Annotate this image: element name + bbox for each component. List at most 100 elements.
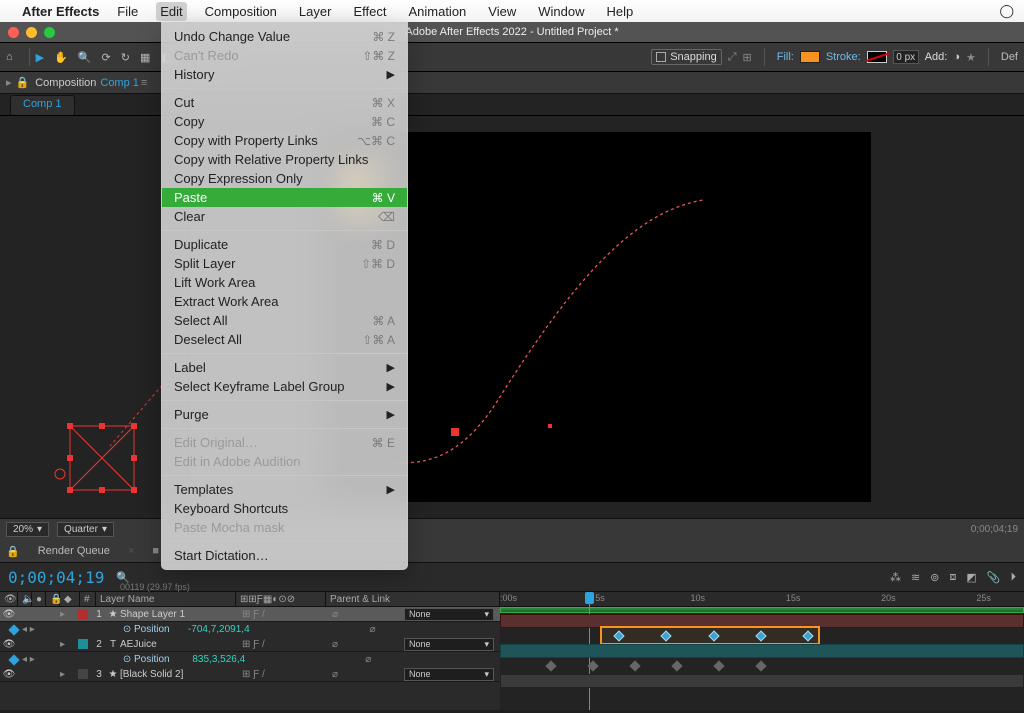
snap-aux-2-icon[interactable]: ⊞ (743, 51, 752, 64)
menu-animation[interactable]: Animation (404, 2, 470, 21)
render-icon[interactable]: ⏵ (1011, 571, 1017, 584)
composition-history-icon[interactable]: ≡ (141, 77, 147, 89)
parent-dropdown[interactable]: None▾ (404, 668, 494, 681)
zoom-window-button[interactable] (44, 27, 55, 38)
col-visibility-icon[interactable]: 👁 (0, 592, 18, 606)
app-name[interactable]: After Effects (22, 4, 99, 19)
menu-item-label[interactable]: Label▶ (162, 358, 407, 377)
snapping-toggle[interactable]: Snapping (651, 49, 722, 65)
edit-menu-dropdown[interactable]: Undo Change Value⌘ ZCan't Redo⇧⌘ ZHistor… (161, 22, 408, 570)
menu-item-templates[interactable]: Templates▶ (162, 480, 407, 499)
menu-item-copy[interactable]: Copy⌘ C (162, 112, 407, 131)
menu-item-deselect-all[interactable]: Deselect All⇧⌘ A (162, 330, 407, 349)
work-area-bar[interactable] (500, 607, 1024, 613)
menu-item-split-layer[interactable]: Split Layer⇧⌘ D (162, 254, 407, 273)
keyframe-icon[interactable] (545, 660, 556, 671)
keyframe-icon[interactable] (629, 660, 640, 671)
panel-menu-icon[interactable]: ▸ (6, 76, 12, 89)
quality-dropdown[interactable]: Quarter▾ (57, 522, 114, 537)
draft3d-icon[interactable]: ◩ (966, 571, 976, 584)
time-ruler[interactable]: :00s5s10s15s20s25s (500, 592, 1024, 607)
zoom-dropdown[interactable]: 20%▾ (6, 522, 49, 537)
zoom-tool-icon[interactable]: 🔍 (78, 51, 92, 64)
col-layer-name[interactable]: Layer Name (96, 592, 236, 606)
frame-blend-icon[interactable]: ≋ (911, 571, 920, 584)
menu-item-undo-change-value[interactable]: Undo Change Value⌘ Z (162, 27, 407, 46)
keyframe-icon[interactable] (713, 660, 724, 671)
menu-item-keyboard-shortcuts[interactable]: Keyboard Shortcuts (162, 499, 407, 518)
timeline-tracks[interactable]: :00s5s10s15s20s25s (500, 592, 1024, 710)
col-label-icon[interactable]: ◆ (60, 592, 80, 606)
col-lock-icon[interactable]: 🔒 (46, 592, 60, 606)
layer-row[interactable]: 👁▸3★[Black Solid 2]⊞ Ƒ /⌀None▾ (0, 667, 500, 682)
menu-edit[interactable]: Edit (156, 2, 186, 21)
orbit-tool-icon[interactable]: ⟳ (102, 51, 111, 64)
bezier-star-icon[interactable]: ★ (966, 51, 976, 64)
menu-item-history[interactable]: History▶ (162, 65, 407, 84)
keyframe-icon[interactable] (671, 660, 682, 671)
selection-tool-icon[interactable]: ▶ (36, 51, 44, 64)
stroke-width-field[interactable]: 0 px (893, 50, 919, 64)
timeline-lock-icon[interactable]: 🔒 (6, 545, 20, 558)
rotate-tool-icon[interactable]: ↻ (121, 51, 130, 64)
col-parent[interactable]: Parent & Link (326, 592, 500, 606)
shy-icon[interactable]: ⁂ (890, 571, 901, 584)
menu-item-copy-expression-only[interactable]: Copy Expression Only (162, 169, 407, 188)
close-window-button[interactable] (8, 27, 19, 38)
hand-tool-icon[interactable]: ✋ (54, 51, 68, 64)
graph-editor-icon[interactable]: ⧈ (949, 571, 956, 584)
timeline-body[interactable]: 👁 🔈 ● 🔒 ◆ # Layer Name ⊞⊞Ƒ▦◐⊙⊘ Parent & … (0, 592, 1024, 710)
stroke-swatch[interactable] (867, 51, 887, 63)
menu-item-extract-work-area[interactable]: Extract Work Area (162, 292, 407, 311)
menu-window[interactable]: Window (534, 2, 588, 21)
fill-swatch[interactable] (800, 51, 820, 63)
menu-item-clear[interactable]: Clear⌫ (162, 207, 407, 226)
home-icon[interactable]: ⌂ (6, 51, 13, 63)
menu-item-cut[interactable]: Cut⌘ X (162, 93, 407, 112)
keyframe-nav-icon[interactable] (8, 624, 19, 635)
layer-row[interactable]: 👁▸2TAEJuice⊞ Ƒ /⌀None▾ (0, 637, 500, 652)
comp-tab[interactable]: Comp 1 (10, 95, 75, 115)
layer-bar[interactable] (500, 674, 1024, 688)
mac-menubar[interactable]: After Effects File Edit Composition Layer Ef… (0, 0, 1024, 22)
menu-file[interactable]: File (113, 2, 142, 21)
user-icon[interactable]: ◯ (999, 3, 1014, 18)
add-button-icon[interactable]: ◑ (953, 51, 960, 63)
composition-link[interactable]: Comp 1 (100, 77, 139, 89)
menu-effect[interactable]: Effect (349, 2, 390, 21)
camera-tool-icon[interactable]: ▦ (140, 51, 150, 64)
keyframe-icon[interactable] (587, 660, 598, 671)
menu-composition[interactable]: Composition (201, 2, 281, 21)
menu-item-copy-with-property-links[interactable]: Copy with Property Links⌥⌘ C (162, 131, 407, 150)
menu-help[interactable]: Help (602, 2, 637, 21)
col-solo-icon[interactable]: ● (32, 592, 46, 606)
menu-item-lift-work-area[interactable]: Lift Work Area (162, 273, 407, 292)
keyframe-nav-icon[interactable] (8, 654, 19, 665)
parent-dropdown[interactable]: None▾ (404, 608, 494, 621)
motion-blur-icon[interactable]: ⊚ (930, 571, 939, 584)
snap-aux-1-icon[interactable]: ⤢ (728, 51, 737, 64)
menu-item-purge[interactable]: Purge▶ (162, 405, 407, 424)
menu-item-paste[interactable]: Paste⌘ V (162, 188, 407, 207)
parent-dropdown[interactable]: None▾ (404, 638, 494, 651)
property-row[interactable]: ◂ ▸⊙ Position-704,7,2091,4⌀x (0, 622, 500, 637)
right-panel-label[interactable]: Def (1001, 51, 1018, 63)
menu-item-start-dictation-[interactable]: Start Dictation… (162, 546, 407, 565)
menu-item-copy-with-relative-property-links[interactable]: Copy with Relative Property Links (162, 150, 407, 169)
timeline-layer-outline[interactable]: 👁 🔈 ● 🔒 ◆ # Layer Name ⊞⊞Ƒ▦◐⊙⊘ Parent & … (0, 592, 500, 710)
col-switches[interactable]: ⊞⊞Ƒ▦◐⊙⊘ (236, 592, 326, 606)
layer-row[interactable]: 👁▸1★Shape Layer 1⊞ Ƒ /⌀None▾ (0, 607, 500, 622)
keyframe-icon[interactable] (755, 660, 766, 671)
panel-lock-icon[interactable]: 🔒 (16, 76, 30, 89)
menu-item-select-keyframe-label-group[interactable]: Select Keyframe Label Group▶ (162, 377, 407, 396)
menu-item-duplicate[interactable]: Duplicate⌘ D (162, 235, 407, 254)
property-row[interactable]: ◂ ▸⊙ Position835,3,526,4⌀x (0, 652, 500, 667)
col-audio-icon[interactable]: 🔈 (18, 592, 32, 606)
menu-layer[interactable]: Layer (295, 2, 336, 21)
current-timecode[interactable]: 0;00;04;19 (8, 568, 104, 587)
layer-bar[interactable] (500, 644, 1024, 658)
minimize-window-button[interactable] (26, 27, 37, 38)
keyframe-track[interactable] (500, 659, 1024, 673)
attach-icon[interactable]: 📎 (987, 571, 1001, 584)
render-queue-tab[interactable]: Render Queue (38, 545, 110, 557)
